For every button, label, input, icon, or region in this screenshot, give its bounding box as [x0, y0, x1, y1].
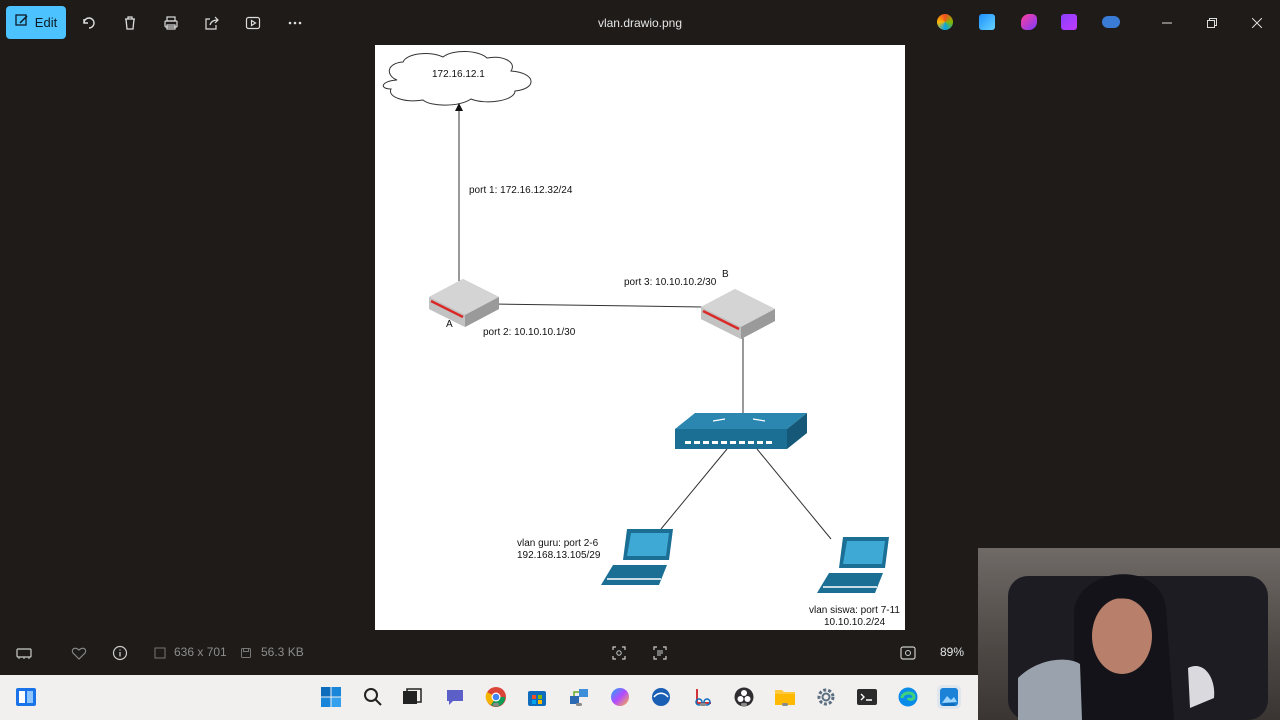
close-icon[interactable]: [1246, 12, 1268, 34]
clipchamp-icon[interactable]: [1021, 14, 1037, 30]
photos-app-window: Edit vlan.drawio.png 172.16.12.1 port 1:…: [0, 0, 1280, 720]
running-indicator: [493, 703, 499, 706]
edit-icon: [15, 14, 29, 31]
visual-search-icon[interactable]: [609, 643, 629, 663]
rotate-icon[interactable]: [78, 12, 100, 34]
favorite-icon[interactable]: [69, 643, 89, 663]
file-explorer-icon[interactable]: [773, 685, 797, 709]
edit-label: Edit: [34, 15, 58, 30]
teams-chat-icon[interactable]: [443, 685, 467, 709]
photos-taskbar-icon[interactable]: [937, 685, 961, 709]
port1-label: port 1: 172.16.12.32/24: [469, 185, 573, 196]
vlan-siswa-subnet: 10.10.10.2/24: [824, 617, 886, 628]
text-scan-icon[interactable]: [650, 643, 670, 663]
port3-label: port 3: 10.10.10.2/30: [624, 277, 717, 288]
router-a-label: A: [446, 319, 453, 330]
image-dimensions: 636 x 701: [174, 645, 227, 659]
fit-to-window-icon[interactable]: [898, 643, 918, 663]
laptop-guru: [601, 529, 673, 585]
widgets-icon[interactable]: [14, 685, 38, 709]
edit-button[interactable]: Edit: [6, 6, 66, 39]
displayed-image[interactable]: 172.16.12.1 port 1: 172.16.12.32/24 A B …: [375, 45, 905, 630]
print-icon[interactable]: [160, 12, 182, 34]
webcam-person: [1008, 574, 1268, 720]
obs-icon[interactable]: [732, 685, 756, 709]
globe-app-icon[interactable]: [649, 685, 673, 709]
vlan-guru-label: vlan guru: port 2-6: [517, 538, 599, 549]
start-icon[interactable]: [319, 685, 343, 709]
onedrive-icon[interactable]: [1102, 16, 1120, 28]
running-indicator: [741, 703, 747, 706]
chrome-icon[interactable]: [484, 685, 508, 709]
router-b: [701, 289, 775, 339]
cloud-label: 172.16.12.1: [432, 69, 485, 80]
settings-icon[interactable]: [814, 685, 838, 709]
file-size: 56.3 KB: [261, 645, 304, 659]
active-indicator: [943, 703, 955, 706]
copilot-icon[interactable]: [937, 14, 953, 30]
filmstrip-icon[interactable]: [14, 643, 34, 663]
link-switch-siswa: [756, 448, 832, 540]
search-icon[interactable]: [361, 685, 385, 709]
link-a-b: [492, 303, 704, 308]
title-bar: Edit vlan.drawio.png: [0, 0, 1280, 46]
port2-label: port 2: 10.10.10.1/30: [483, 327, 576, 338]
running-indicator: [782, 703, 788, 706]
router-a: [429, 279, 499, 327]
delete-icon[interactable]: [119, 12, 141, 34]
slideshow-icon[interactable]: [242, 12, 264, 34]
task-view-icon[interactable]: [400, 685, 424, 709]
running-indicator: [700, 703, 706, 706]
laptop-siswa: [817, 537, 889, 593]
webcam-overlay: [978, 548, 1280, 720]
minimize-icon[interactable]: [1156, 12, 1178, 34]
vlan-guru-subnet: 192.168.13.105/29: [517, 550, 601, 561]
edge-icon[interactable]: [896, 685, 920, 709]
link-switch-guru: [660, 448, 728, 530]
video-editor-icon[interactable]: [1061, 14, 1077, 30]
file-size-icon: [236, 643, 256, 663]
status-bar: 636 x 701 56.3 KB 89%: [0, 632, 978, 674]
share-icon[interactable]: [201, 12, 223, 34]
network-diagram: [382, 51, 889, 593]
vlan-siswa-label: vlan siswa: port 7-11: [809, 605, 900, 616]
snipping-tool-icon[interactable]: [691, 685, 715, 709]
designer-icon[interactable]: [979, 14, 995, 30]
dimensions-icon: [150, 643, 170, 663]
more-icon[interactable]: [284, 12, 306, 34]
switch: [675, 413, 807, 449]
restore-icon[interactable]: [1201, 12, 1223, 34]
info-icon[interactable]: [110, 643, 130, 663]
window-title: vlan.drawio.png: [597, 16, 683, 30]
store-icon[interactable]: [525, 685, 549, 709]
network-tool-icon[interactable]: [567, 685, 591, 709]
copilot-taskbar-icon[interactable]: [608, 685, 632, 709]
terminal-icon[interactable]: [855, 685, 879, 709]
running-indicator: [576, 703, 582, 706]
zoom-level[interactable]: 89%: [940, 645, 964, 659]
router-b-label: B: [722, 269, 729, 280]
